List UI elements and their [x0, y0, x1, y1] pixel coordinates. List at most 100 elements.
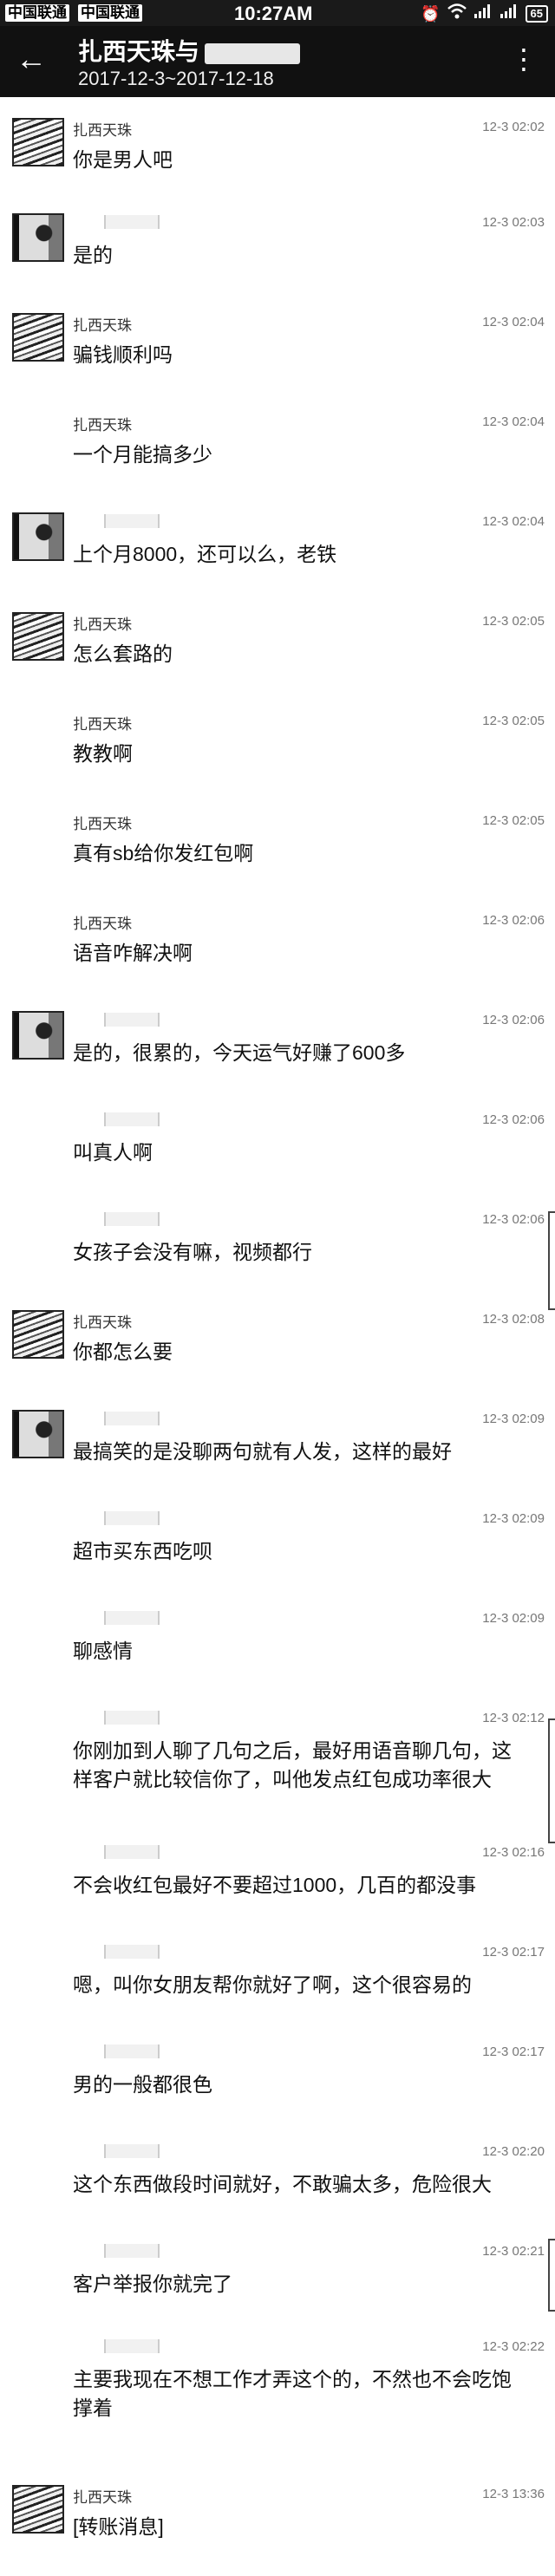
message-text: 一个月能搞多少 [73, 443, 212, 466]
message-text: 女孩子会没有嘛，视频都行 [73, 1241, 312, 1263]
message-text: [转账消息] [73, 2515, 164, 2538]
message-time: 12-3 02:06 [482, 1013, 545, 1027]
avatar[interactable] [12, 1011, 64, 1060]
scroll-edge-marker [548, 1211, 555, 1310]
redacted-sender [104, 215, 160, 229]
message-time: 12-3 02:09 [482, 1511, 545, 1526]
status-time: 10:27AM [234, 3, 313, 24]
message-time: 12-3 02:02 [482, 120, 545, 134]
wifi-icon [447, 3, 467, 23]
sender-name: 扎西天珠 [73, 616, 132, 633]
redacted-sender [104, 1845, 160, 1859]
sender-name: 扎西天珠 [73, 716, 132, 733]
message-text: 聊感情 [73, 1640, 133, 1662]
message-text: 怎么套路的 [73, 642, 173, 665]
message-text: 是的，很累的，今天运气好赚了600多 [73, 1041, 406, 1064]
message-time: 12-3 02:08 [482, 1312, 545, 1327]
status-icons: ⏰ 65 [421, 3, 548, 23]
sender-name: 扎西天珠 [73, 916, 132, 932]
message-text: 你都怎么要 [73, 1340, 173, 1363]
chat-title: 扎西天珠与 [78, 33, 301, 68]
message-text: 上个月8000，还可以么，老铁 [73, 543, 337, 565]
message-time: 12-3 02:12 [482, 1711, 545, 1725]
avatar[interactable] [12, 1310, 64, 1359]
message-text: 超市买东西吃呗 [73, 1540, 212, 1562]
message-text: 你刚加到人聊了几句之后，最好用语音聊几句，这样客户就比较信你了，叫他发点红包成功… [73, 1739, 512, 1790]
message-time: 12-3 02:05 [482, 714, 545, 728]
signal-icon [500, 3, 519, 23]
avatar[interactable] [12, 612, 64, 661]
message-text: 骗钱顺利吗 [73, 343, 173, 366]
avatar[interactable] [12, 1410, 64, 1458]
redacted-sender [104, 1711, 160, 1725]
redacted-sender [104, 1112, 160, 1126]
message-time: 12-3 02:21 [482, 2244, 545, 2259]
message-time: 12-3 02:20 [482, 2144, 545, 2159]
chat-title-text: 扎西天珠与 [78, 38, 200, 65]
redacted-sender [104, 1611, 160, 1625]
redacted-sender [104, 2244, 160, 2258]
message-text: 叫真人啊 [73, 1141, 153, 1164]
sender-name: 扎西天珠 [73, 2489, 132, 2506]
message-text: 不会收红包最好不要超过1000，几百的都没事 [73, 1874, 477, 1896]
date-range: 2017-12-3~2017-12-18 [78, 68, 274, 89]
redacted-sender [104, 2044, 160, 2058]
redacted-sender [104, 1412, 160, 1425]
message-text: 你是男人吧 [73, 148, 173, 171]
sender-name: 扎西天珠 [73, 317, 132, 334]
message-text: 主要我现在不想工作才弄这个的，不然也不会吃饱撑着 [73, 2368, 512, 2419]
sender-name: 扎西天珠 [73, 1314, 132, 1331]
redacted-sender [104, 2144, 160, 2158]
avatar[interactable] [12, 213, 64, 262]
redacted-sender [104, 2339, 160, 2353]
sender-name: 扎西天珠 [73, 417, 132, 434]
signal-icon [473, 3, 493, 23]
message-time: 12-3 02:04 [482, 315, 545, 329]
scroll-edge-marker [548, 1718, 555, 1843]
chat-header: ← 扎西天珠与 2017-12-3~2017-12-18 ⋮ [0, 26, 555, 97]
message-time: 12-3 02:09 [482, 1611, 545, 1626]
message-text: 真有sb给你发红包啊 [73, 842, 254, 864]
battery-icon: 65 [525, 4, 548, 23]
message-time: 12-3 02:03 [482, 215, 545, 230]
message-text: 语音咋解决啊 [73, 942, 193, 964]
message-time: 12-3 02:06 [482, 913, 545, 928]
message-text: 客户举报你就完了 [73, 2273, 232, 2295]
avatar[interactable] [12, 118, 64, 166]
message-time: 12-3 02:16 [482, 1845, 545, 1860]
carrier-label-1: 中国联通 [5, 4, 69, 22]
message-time: 12-3 02:09 [482, 1412, 545, 1426]
message-text: 嗯，叫你女朋友帮你就好了啊，这个很容易的 [73, 1973, 472, 1996]
message-time: 12-3 02:06 [482, 1112, 545, 1127]
message-time: 12-3 02:04 [482, 414, 545, 429]
more-options-icon[interactable]: ⋮ [510, 45, 538, 73]
redacted-sender [104, 1945, 160, 1959]
message-time: 12-3 02:04 [482, 514, 545, 529]
message-text: 这个东西做段时间就好，不敢骗太多，危险很大 [73, 2173, 492, 2195]
message-text: 最搞笑的是没聊两句就有人发，这样的最好 [73, 1440, 452, 1463]
sender-name: 扎西天珠 [73, 122, 132, 139]
message-time: 12-3 02:05 [482, 813, 545, 828]
status-bar: 中国联通 中国联通 10:27AM ⏰ 65 [0, 0, 555, 26]
avatar[interactable] [12, 313, 64, 362]
message-time: 12-3 02:17 [482, 2044, 545, 2059]
message-time: 12-3 02:05 [482, 614, 545, 629]
message-time: 12-3 13:36 [482, 2487, 545, 2501]
message-time: 12-3 02:22 [482, 2339, 545, 2354]
redacted-sender [104, 1511, 160, 1525]
alarm-icon: ⏰ [421, 4, 441, 23]
message-time: 12-3 02:17 [482, 1945, 545, 1960]
redacted-name [205, 42, 301, 64]
message-text: 是的 [73, 244, 113, 266]
back-arrow-icon[interactable]: ← [16, 43, 47, 75]
avatar[interactable] [12, 2485, 64, 2534]
redacted-sender [104, 1212, 160, 1226]
message-text: 教教啊 [73, 742, 133, 765]
redacted-sender [104, 514, 160, 528]
carrier-label-2: 中国联通 [78, 4, 142, 22]
scroll-edge-marker [548, 2239, 555, 2312]
sender-name: 扎西天珠 [73, 816, 132, 832]
redacted-sender [104, 1013, 160, 1027]
avatar[interactable] [12, 512, 64, 561]
message-text: 男的一般都很色 [73, 2073, 212, 2096]
